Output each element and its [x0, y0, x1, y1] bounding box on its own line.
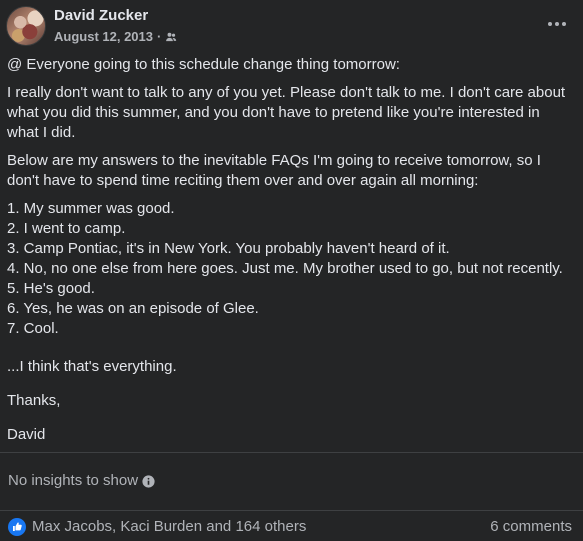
post-paragraph: @ Everyone going to this schedule change… — [7, 56, 400, 73]
list-item: 4. No, no one else from here goes. Just … — [7, 260, 563, 277]
list-item: 7. Cool. — [7, 320, 59, 337]
post-paragraph: Below are my answers to the inevitable F… — [7, 152, 541, 189]
post-signature: David — [7, 426, 46, 443]
meta-separator: · — [157, 29, 162, 44]
post-date[interactable]: August 12, 2013 — [54, 29, 153, 45]
post-paragraph: I really don't want to talk to any of yo… — [7, 84, 566, 141]
post-closing: ...I think that's everything. — [7, 358, 177, 375]
insights: No insights to show — [8, 471, 155, 491]
post-closing: Thanks, — [7, 392, 61, 409]
faq-list: 1. My summer was good. 2. I went to camp… — [7, 199, 572, 339]
post-body: @ Everyone going to this schedule change… — [7, 55, 572, 453]
info-icon[interactable] — [142, 474, 155, 488]
author-name[interactable]: David Zucker — [54, 7, 148, 25]
divider — [0, 510, 583, 511]
list-item: 3. Camp Pontiac, it's in New York. You p… — [7, 240, 450, 257]
like-icon — [8, 518, 26, 536]
avatar[interactable] — [6, 6, 46, 46]
list-item: 1. My summer was good. — [7, 200, 175, 217]
more-options-button[interactable] — [545, 14, 569, 34]
list-item: 2. I went to camp. — [7, 220, 126, 237]
post-meta: August 12, 2013 · — [54, 29, 177, 45]
divider — [0, 452, 583, 453]
insights-text: No insights to show — [8, 472, 139, 489]
reactions-text: Max Jacobs, Kaci Burden and 164 others — [32, 518, 307, 535]
more-horizontal-icon — [548, 22, 566, 26]
friends-icon[interactable] — [165, 31, 177, 43]
post-header: David Zucker August 12, 2013 · — [0, 0, 583, 54]
list-item: 6. Yes, he was on an episode of Glee. — [7, 300, 259, 317]
comments-count[interactable]: 6 comments — [490, 517, 572, 537]
reactions-summary[interactable]: Max Jacobs, Kaci Burden and 164 others — [8, 517, 306, 537]
list-item: 5. He's good. — [7, 280, 95, 297]
